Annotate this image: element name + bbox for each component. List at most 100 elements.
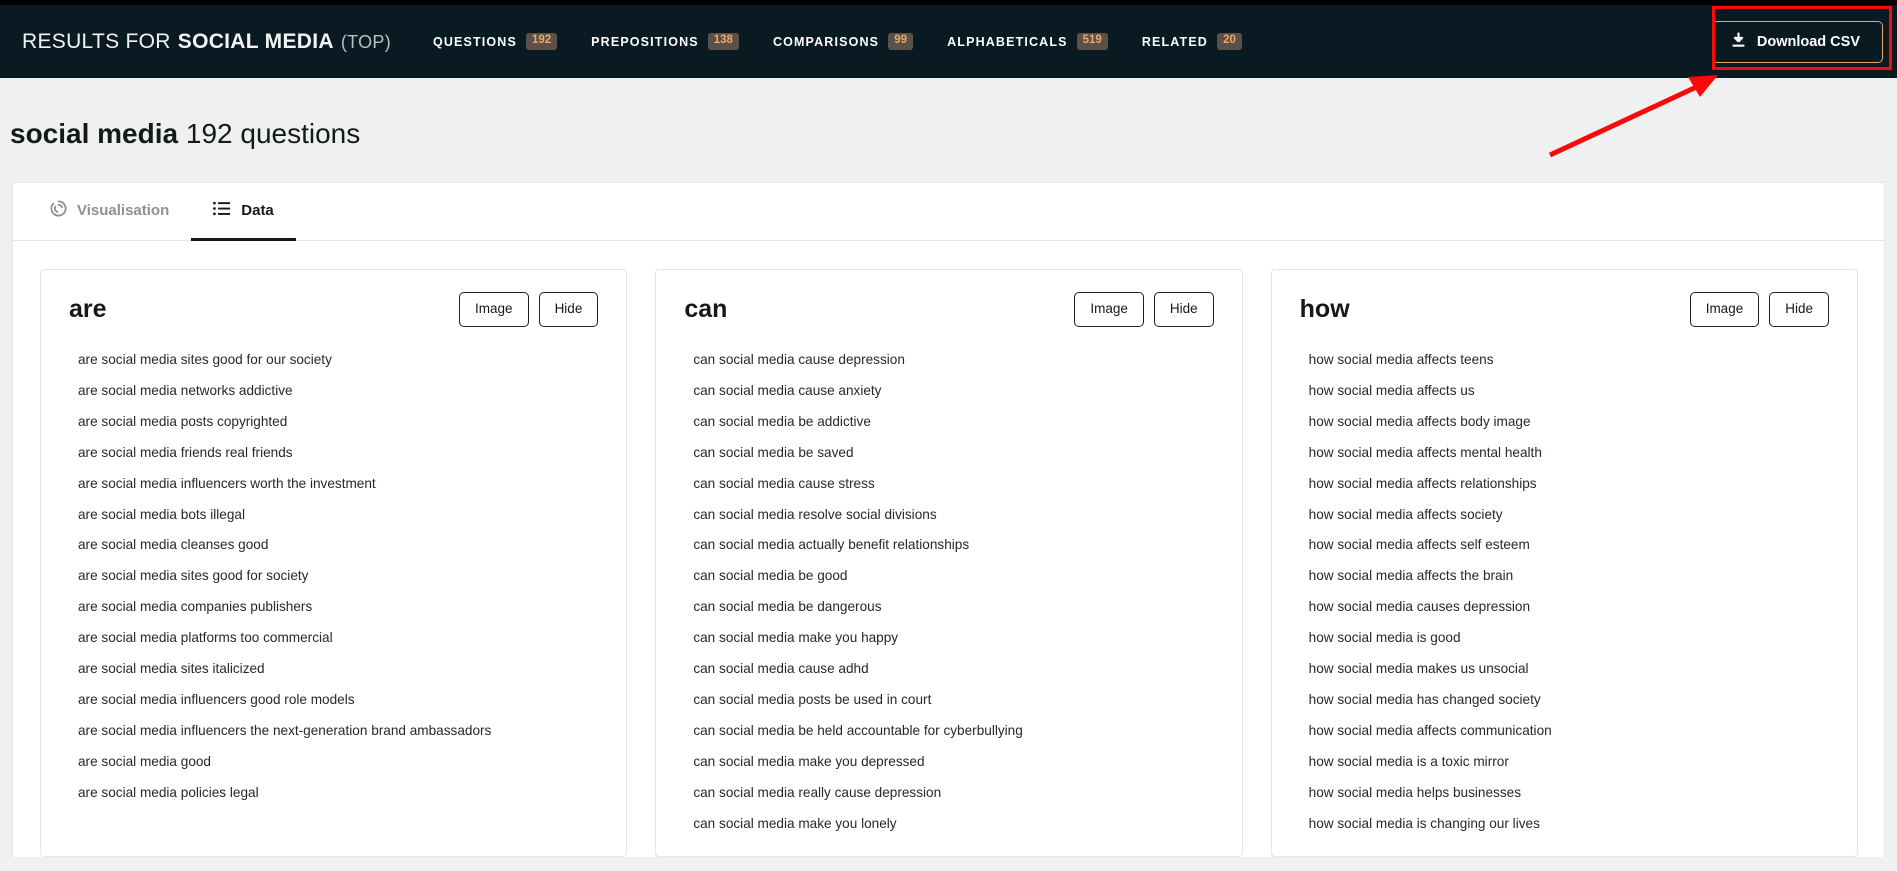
list-item[interactable]: how social media affects society [1300,506,1829,537]
list-item[interactable]: are social media platforms too commercia… [69,629,598,660]
image-button[interactable]: Image [459,292,529,327]
list-item[interactable]: are social media networks addictive [69,382,598,413]
list-item[interactable]: are social media companies publishers [69,598,598,629]
tab-bar: Visualisation Data [13,183,1884,241]
donut-chart-icon [50,199,67,222]
download-csv-button[interactable]: Download CSV [1711,20,1883,63]
list-item[interactable]: how social media makes us unsocial [1300,660,1829,691]
nav-item-alphabeticals[interactable]: ALPHABETICALS 519 [947,33,1108,50]
list-item[interactable]: are social media influencers the next-ge… [69,722,598,753]
list-item[interactable]: can social media be dangerous [684,598,1213,629]
list-item[interactable]: how social media affects relationships [1300,475,1829,506]
list-item[interactable]: are social media sites good for society [69,567,598,598]
list-item[interactable]: how social media affects teens [1300,351,1829,382]
card-header: are Image Hide [69,292,599,327]
list-item[interactable]: can social media resolve social division… [684,506,1213,537]
card-actions: Image Hide [459,292,599,327]
nav-item-badge: 20 [1216,33,1242,50]
hide-button[interactable]: Hide [1153,292,1214,327]
card-actions: Image Hide [1689,292,1829,327]
app-header: RESULTS FOR SOCIAL MEDIA (TOP) QUESTIONS… [0,5,1897,78]
nav-item-label: COMPARISONS [772,34,880,49]
card-actions: Image Hide [1074,292,1214,327]
list-item[interactable]: are social media influencers worth the i… [69,475,598,506]
nav-item-badge: 519 [1076,33,1108,50]
nav-item-prepositions[interactable]: PREPOSITIONS 138 [591,33,739,50]
list-item[interactable]: can social media make you depressed [684,753,1213,784]
question-list: can social media cause depression can so… [684,351,1213,846]
list-item[interactable]: are social media influencers good role m… [69,691,598,722]
list-item[interactable]: how social media affects body image [1300,413,1829,444]
nav-item-label: QUESTIONS [433,34,517,49]
card-title: are [69,294,107,323]
nav-item-badge: 99 [888,33,914,50]
nav-item-label: ALPHABETICALS [947,34,1068,49]
cards-grid: are Image Hide are social media sites go… [13,241,1884,857]
page-title: social media 192 questions [0,78,1897,150]
list-item[interactable]: can social media make you lonely [684,815,1213,846]
download-csv-wrap: Download CSV [1711,20,1883,63]
list-item[interactable]: can social media cause stress [684,475,1213,506]
hide-button[interactable]: Hide [1769,292,1829,327]
list-item[interactable]: are social media cleanses good [69,536,598,567]
list-item[interactable]: can social media posts be used in court [684,691,1213,722]
list-item[interactable]: can social media actually benefit relati… [684,536,1213,567]
nav-item-label: RELATED [1141,34,1208,49]
list-item[interactable]: are social media friends real friends [69,444,598,475]
list-item[interactable]: how social media has changed society [1300,691,1829,722]
list-item[interactable]: how social media causes depression [1300,598,1829,629]
page-title-keyword: social media [10,118,179,149]
hide-button[interactable]: Hide [538,292,599,327]
list-item[interactable]: are social media good [69,753,598,784]
card-header: can Image Hide [684,292,1214,327]
list-item[interactable]: are social media sites good for our soci… [69,351,598,382]
list-item[interactable]: how social media is changing our lives [1300,815,1829,846]
results-keyword-label: SOCIAL MEDIA [177,29,334,53]
list-item[interactable]: how social media affects communication [1300,722,1829,753]
list-item[interactable]: are social media policies legal [69,784,598,815]
image-button[interactable]: Image [1689,292,1760,327]
content-panel: Visualisation Data are Image Hide are so… [12,182,1885,857]
list-item[interactable]: are social media bots illegal [69,506,598,537]
list-item[interactable]: are social media sites italicized [69,660,598,691]
tab-label: Visualisation [77,202,170,219]
results-lead-label: RESULTS FOR [22,29,171,53]
nav-item-badge: 138 [707,33,739,50]
list-item[interactable]: can social media be good [684,567,1213,598]
list-item[interactable]: can social media make you happy [684,629,1213,660]
download-icon [1731,32,1746,52]
list-item[interactable]: how social media affects self esteem [1300,536,1829,567]
nav-item-badge: 192 [525,33,558,50]
list-item[interactable]: how social media affects the brain [1300,567,1829,598]
list-item[interactable]: can social media cause depression [684,351,1213,382]
image-button[interactable]: Image [1074,292,1144,327]
list-item[interactable]: can social media really cause depression [684,784,1213,815]
list-item[interactable]: are social media posts copyrighted [69,413,598,444]
card-header: how Image Hide [1300,292,1829,327]
question-list: how social media affects teens how socia… [1300,351,1829,846]
card-how: how Image Hide how social media affects … [1270,269,1858,857]
results-scope-label: (TOP) [340,31,391,52]
list-item[interactable]: can social media cause anxiety [684,382,1213,413]
results-title: RESULTS FOR SOCIAL MEDIA (TOP) [22,30,391,54]
nav-item-label: PREPOSITIONS [591,34,699,49]
tab-visualisation[interactable]: Visualisation [28,183,191,241]
list-item[interactable]: how social media helps businesses [1300,784,1829,815]
download-csv-label: Download CSV [1756,33,1860,50]
list-icon [213,201,231,221]
list-item[interactable]: can social media be held accountable for… [684,722,1213,753]
list-item[interactable]: can social media be saved [684,444,1213,475]
header-nav: QUESTIONS 192 PREPOSITIONS 138 COMPARISO… [433,33,1242,50]
list-item[interactable]: can social media cause adhd [684,660,1213,691]
nav-item-questions[interactable]: QUESTIONS 192 [433,33,558,50]
tab-data[interactable]: Data [191,183,296,241]
card-can: can Image Hide can social media cause de… [655,269,1243,857]
list-item[interactable]: how social media affects mental health [1300,444,1829,475]
list-item[interactable]: how social media affects us [1300,382,1829,413]
page-title-count: 192 questions [185,118,361,149]
list-item[interactable]: how social media is good [1300,629,1829,660]
nav-item-comparisons[interactable]: COMPARISONS 99 [772,33,914,50]
nav-item-related[interactable]: RELATED 20 [1142,33,1242,50]
list-item[interactable]: can social media be addictive [684,413,1213,444]
list-item[interactable]: how social media is a toxic mirror [1300,753,1829,784]
